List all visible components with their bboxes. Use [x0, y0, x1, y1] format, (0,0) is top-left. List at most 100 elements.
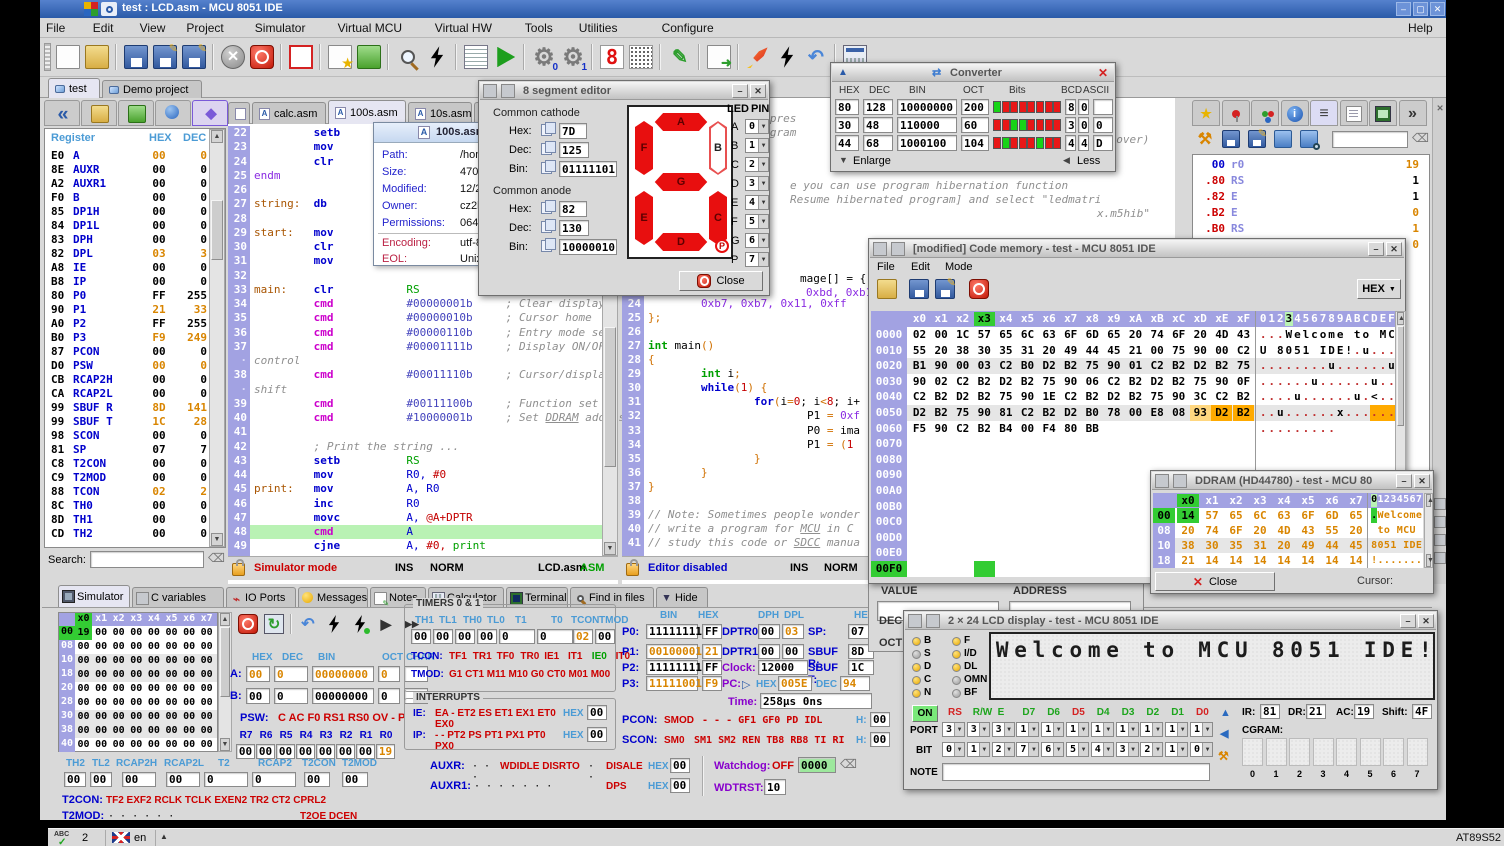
ram-cell[interactable]: 00	[163, 640, 180, 654]
hex-cell[interactable]: 80	[1060, 421, 1081, 437]
hex-cell[interactable]: B2	[1125, 374, 1146, 390]
save-all-icon[interactable]	[182, 45, 206, 69]
save-as-icon[interactable]	[1248, 130, 1266, 148]
bit-toggle[interactable]	[1010, 137, 1018, 149]
bit-select[interactable]: 6▼	[1041, 742, 1064, 757]
bit-toggle[interactable]	[1053, 101, 1061, 113]
t2-field[interactable]: 00	[122, 772, 156, 787]
toolbar-handle[interactable]	[44, 43, 51, 71]
pin-select-A[interactable]: 0▼	[745, 119, 769, 134]
code-line[interactable]: movc A, @A+DPTR	[250, 511, 602, 525]
rreg-field[interactable]: 00	[276, 744, 295, 759]
hex-cell[interactable]: B2	[1125, 389, 1146, 405]
chip-icon[interactable]	[62, 590, 75, 603]
panel-tab-listpage[interactable]: ≡	[1310, 100, 1338, 126]
acc-hex-field[interactable]: 00	[246, 688, 270, 704]
menu-file[interactable]: File	[46, 21, 65, 35]
ram-cell[interactable]: 00	[110, 640, 127, 654]
ram-cell[interactable]: 00	[198, 668, 215, 682]
ram-cell[interactable]: 00	[75, 696, 92, 710]
segment-D[interactable]: D	[649, 233, 713, 251]
sbuft-field[interactable]: 1C	[848, 660, 874, 675]
power-off-icon[interactable]	[238, 614, 258, 634]
register-row[interactable]: B0P3F9249	[47, 331, 209, 345]
auxr1-hex-field[interactable]: 00	[670, 778, 690, 793]
hex-cell[interactable]: 00	[1211, 343, 1232, 359]
rreg-field[interactable]: 00	[336, 744, 355, 759]
panel-tab-note2[interactable]	[1340, 100, 1368, 126]
hex-cell[interactable]: 02	[909, 327, 930, 343]
ddram-cell[interactable]: 6C	[1249, 508, 1271, 523]
hex-cell[interactable]: 3C	[1190, 389, 1211, 405]
code-line[interactable]: cmd #00000110b ; Entry mode set	[250, 326, 602, 340]
menu-utilities[interactable]: Utilities	[579, 21, 618, 35]
paste-doc-icon[interactable]: ➜	[707, 45, 731, 69]
code-line[interactable]: cmd #00001111b ; Display ON/OFF	[250, 340, 602, 354]
sidebar-tab-open-folder[interactable]	[81, 100, 117, 126]
ram-row[interactable]: 400000000000000000	[59, 738, 217, 752]
symbol-row[interactable]: .B2E0	[1195, 205, 1425, 221]
scroll-thumb[interactable]	[211, 200, 223, 260]
hex-cell[interactable]: 20	[1039, 343, 1060, 359]
more-icon[interactable]: »	[1405, 106, 1421, 122]
window-titlebar[interactable]: [modified] Code memory - test - MCU 8051…	[870, 240, 1404, 258]
register-row[interactable]: 82DPL033	[47, 247, 209, 261]
hex-cell[interactable]: D2	[1211, 405, 1232, 421]
ram-cell[interactable]: 00	[163, 724, 180, 738]
port-select[interactable]: 1▼	[1190, 722, 1213, 737]
ram-row[interactable]: 280000000000000000	[59, 696, 217, 710]
conv-hex-field[interactable]: 30	[835, 117, 859, 133]
info-icon[interactable]: i	[1287, 106, 1303, 122]
ddram-cell[interactable]: 35	[1225, 538, 1247, 553]
acc-oct-field[interactable]: 0	[378, 666, 400, 682]
codemem-doc-icon[interactable]	[873, 242, 887, 256]
hex-cell[interactable]: 63	[1039, 327, 1060, 343]
hex-cell[interactable]: 0F	[1233, 374, 1254, 390]
hex-cell[interactable]: C2	[1211, 389, 1232, 405]
timer-field[interactable]: 0	[537, 629, 573, 644]
hex-cell[interactable]: 00	[952, 358, 973, 374]
bit-select[interactable]: 1▼	[1165, 742, 1188, 757]
acc-bin-field[interactable]: 00000000	[312, 666, 374, 682]
edit-pencil-icon[interactable]: ✎	[668, 45, 692, 69]
hex-cell[interactable]: BB	[1082, 421, 1103, 437]
bottom-tab-Messages[interactable]: Messages	[298, 587, 368, 607]
watchdog-clear-icon[interactable]: ⌫	[840, 757, 856, 773]
hex-cell[interactable]: 35	[995, 343, 1016, 359]
hex-cell[interactable]: C2	[952, 421, 973, 437]
lock-icon[interactable]	[232, 563, 245, 576]
conv-hex-field[interactable]: 80	[835, 99, 859, 115]
menu-virtual-hw[interactable]: Virtual HW	[435, 21, 492, 35]
search-input[interactable]	[90, 551, 204, 568]
ram-cell[interactable]: 00	[163, 654, 180, 668]
ram-cell[interactable]: 00	[163, 710, 180, 724]
hex-cell[interactable]: 30	[974, 343, 995, 359]
hex-cell[interactable]: 90	[974, 405, 995, 421]
acc-bin-field[interactable]: 00000000	[312, 688, 374, 704]
scroll-left-icon[interactable]: ◀	[1220, 727, 1234, 740]
port-select[interactable]: 1▼	[1091, 722, 1114, 737]
hex-cell[interactable]: B2	[974, 421, 995, 437]
minimize-button[interactable]: –	[1400, 614, 1416, 628]
star-icon[interactable]: ★	[1198, 106, 1214, 122]
hex-cell[interactable]: 6F	[1168, 327, 1189, 343]
segment-B[interactable]: B	[709, 121, 727, 175]
ram-cell[interactable]: 00	[75, 668, 92, 682]
expand-up-icon[interactable]: ▲	[160, 832, 174, 844]
timer-field[interactable]: 02	[573, 629, 593, 644]
hex-cell[interactable]: B2	[1233, 405, 1254, 421]
bit-toggle[interactable]	[1053, 119, 1061, 131]
hex-cell[interactable]: D2	[1190, 358, 1211, 374]
ram-cell[interactable]: 00	[128, 738, 145, 752]
listlines-icon[interactable]	[136, 592, 149, 605]
power-off-icon[interactable]	[250, 45, 274, 69]
anode-hex-field[interactable]: 82	[559, 201, 587, 217]
ram-cell[interactable]: 00	[145, 682, 162, 696]
reg-field-IR[interactable]: 81	[1260, 704, 1280, 719]
ram-cell[interactable]: 00	[145, 640, 162, 654]
register-row[interactable]: C9T2MOD000	[47, 471, 209, 485]
ram-cell[interactable]: 00	[198, 724, 215, 738]
ram-cell[interactable]: 00	[128, 724, 145, 738]
hex-cell[interactable]: C2	[1233, 343, 1254, 359]
lcd-b-icon[interactable]	[908, 614, 922, 628]
